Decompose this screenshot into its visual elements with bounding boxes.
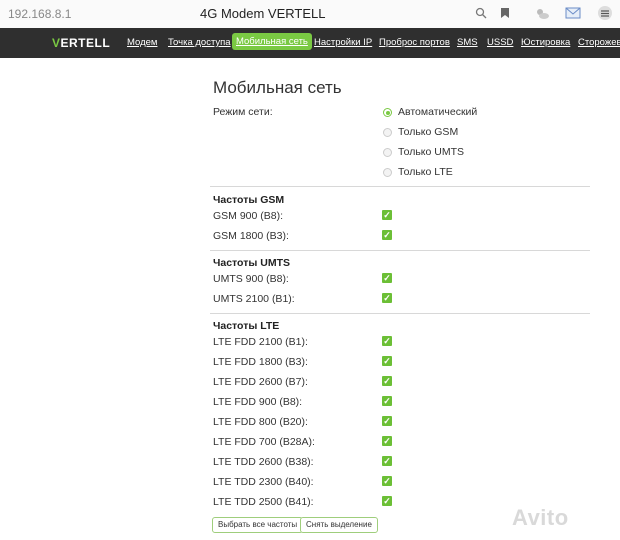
lte-b7-label: LTE FDD 2600 (B7):: [213, 376, 308, 388]
lte-b40-checkbox[interactable]: ✓: [382, 476, 392, 486]
gsm-heading: Частоты GSM: [213, 194, 285, 206]
mail-icon[interactable]: [564, 4, 582, 22]
lte-b40-label: LTE TDD 2300 (B40):: [213, 476, 314, 488]
umts-900-checkbox[interactable]: ✓: [382, 273, 392, 283]
nav-item-watchdog[interactable]: Сторожевой: [578, 37, 620, 48]
umts-2100-label: UMTS 2100 (B1):: [213, 293, 295, 305]
lte-b20-checkbox[interactable]: ✓: [382, 416, 392, 426]
radio-umts-only-label[interactable]: Только UMTS: [398, 146, 464, 158]
nav-item-sms[interactable]: SMS: [457, 37, 478, 48]
nav-item-mobile-network[interactable]: Мобильная сеть: [232, 33, 312, 50]
weather-icon[interactable]: [533, 4, 551, 22]
nav-item-port-forwarding[interactable]: Проброс портов: [379, 37, 450, 48]
search-icon[interactable]: [472, 4, 490, 22]
lte-b3-label: LTE FDD 1800 (B3):: [213, 356, 308, 368]
umts-900-label: UMTS 900 (B8):: [213, 273, 289, 285]
lte-b1-checkbox[interactable]: ✓: [382, 336, 392, 346]
section-divider: [210, 186, 590, 187]
lte-b28a-label: LTE FDD 700 (B28A):: [213, 436, 315, 448]
lte-b20-label: LTE FDD 800 (B20):: [213, 416, 308, 428]
lte-b3-checkbox[interactable]: ✓: [382, 356, 392, 366]
radio-lte-only[interactable]: [383, 168, 392, 177]
radio-auto-label[interactable]: Автоматический: [398, 106, 477, 118]
lte-b38-label: LTE TDD 2600 (B38):: [213, 456, 314, 468]
nav-item-alignment[interactable]: Юстировка: [521, 37, 570, 48]
lte-b7-checkbox[interactable]: ✓: [382, 376, 392, 386]
select-all-button[interactable]: Выбрать все частоты: [212, 517, 304, 533]
page-tab-title: 4G Modem VERTELL: [200, 6, 326, 21]
radio-gsm-only-label[interactable]: Только GSM: [398, 126, 458, 138]
radio-umts-only[interactable]: [383, 148, 392, 157]
lte-b38-checkbox[interactable]: ✓: [382, 456, 392, 466]
bookmark-icon[interactable]: [496, 4, 514, 22]
umts-heading: Частоты UMTS: [213, 257, 290, 269]
clear-selection-button[interactable]: Снять выделение: [300, 517, 378, 533]
nav-item-ussd[interactable]: USSD: [487, 37, 513, 48]
lte-b8-label: LTE FDD 900 (B8):: [213, 396, 303, 408]
lte-b8-checkbox[interactable]: ✓: [382, 396, 392, 406]
umts-2100-checkbox[interactable]: ✓: [382, 293, 392, 303]
lte-b41-label: LTE TDD 2500 (B41):: [213, 496, 314, 508]
profile-icon[interactable]: [596, 4, 614, 22]
nav-item-modem[interactable]: Модем: [127, 37, 157, 48]
address-bar[interactable]: 192.168.8.1: [8, 7, 71, 21]
page-title: Мобильная сеть: [213, 78, 342, 97]
nav-item-access-point[interactable]: Точка доступа: [168, 37, 231, 48]
lte-b28a-checkbox[interactable]: ✓: [382, 436, 392, 446]
gsm-900-checkbox[interactable]: ✓: [382, 210, 392, 220]
section-divider: [210, 250, 590, 251]
main-nav: VERTELL Модем Точка доступа Мобильная се…: [0, 28, 620, 58]
radio-lte-only-label[interactable]: Только LTE: [398, 166, 453, 178]
vertell-logo: VERTELL: [52, 36, 111, 50]
avito-watermark: Avito: [512, 505, 569, 530]
gsm-1800-checkbox[interactable]: ✓: [382, 230, 392, 240]
lte-heading: Частоты LTE: [213, 320, 280, 332]
radio-auto[interactable]: [383, 108, 392, 117]
section-divider: [210, 313, 590, 314]
radio-gsm-only[interactable]: [383, 128, 392, 137]
browser-toolbar: 192.168.8.1 4G Modem VERTELL: [0, 0, 620, 29]
gsm-1800-label: GSM 1800 (B3):: [213, 230, 289, 242]
network-mode-label: Режим сети:: [213, 106, 273, 118]
nav-item-ip-settings[interactable]: Настройки IP: [314, 37, 372, 48]
gsm-900-label: GSM 900 (B8):: [213, 210, 284, 222]
lte-b1-label: LTE FDD 2100 (B1):: [213, 336, 308, 348]
lte-b41-checkbox[interactable]: ✓: [382, 496, 392, 506]
